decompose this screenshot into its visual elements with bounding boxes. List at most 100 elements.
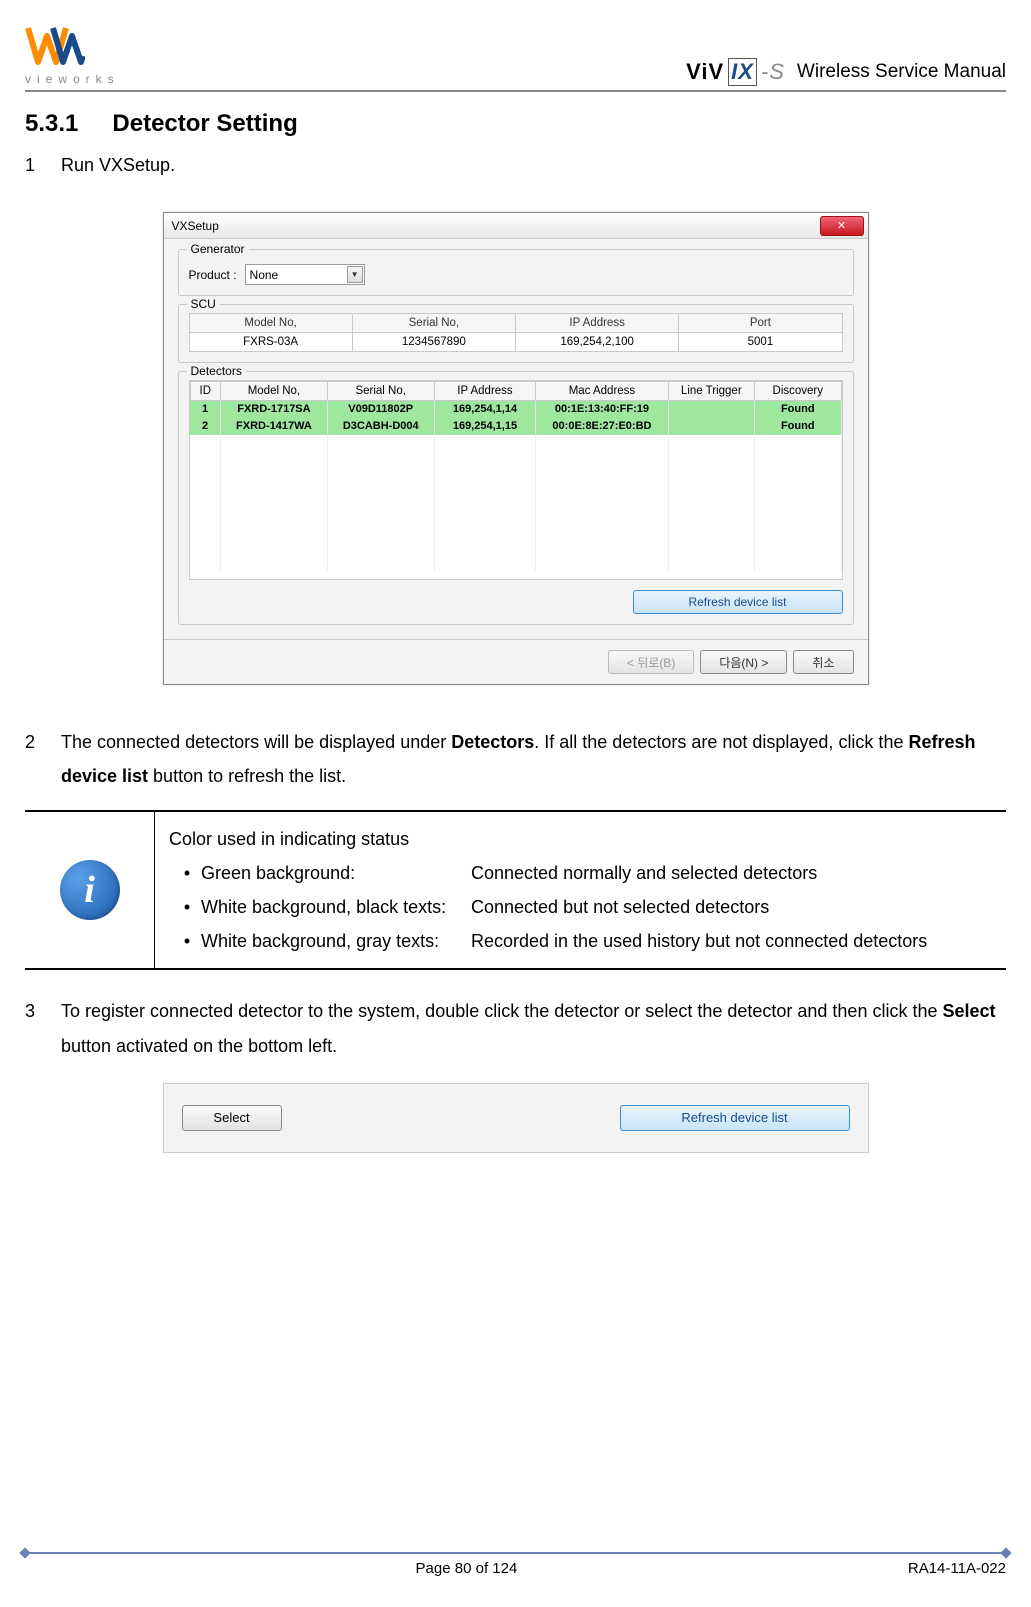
text-fragment: button activated on the bottom left.: [61, 1036, 337, 1056]
next-label: 다음(N) >: [719, 654, 768, 671]
scu-cell: 1234567890: [352, 333, 515, 352]
det-th: IP Address: [434, 382, 536, 401]
back-label: < 뒤로(B): [627, 654, 675, 671]
logo-w-icon: [25, 20, 85, 70]
info-box: i Color used in indicating status • Gree…: [25, 810, 1006, 971]
product-combo[interactable]: None ▼: [245, 264, 365, 285]
scu-cell: 5001: [679, 333, 842, 352]
product-logo-part-b: IX: [728, 58, 757, 86]
table-row: [190, 503, 841, 520]
scu-table: Model No, Serial No, IP Address Port FXR…: [189, 313, 843, 352]
bullet-icon: •: [173, 856, 201, 890]
step-2-num: 2: [25, 725, 41, 793]
det-cell: Found: [755, 401, 841, 418]
scu-group: SCU Model No, Serial No, IP Address Port…: [178, 304, 854, 363]
select-refresh-bar: Select Refresh device list: [163, 1083, 869, 1153]
det-cell: 2: [190, 418, 221, 435]
text-bold: Select: [942, 1001, 995, 1021]
doc-number: RA14-11A-022: [908, 1560, 1006, 1577]
det-cell: FXRD-1417WA: [221, 418, 328, 435]
det-cell: 00:1E:13:40:FF:19: [536, 401, 668, 418]
detectors-group: Detectors ID Model No, Serial No,: [178, 371, 854, 625]
info-item-label: White background, gray texts:: [201, 924, 471, 958]
scu-th-ip: IP Address: [516, 314, 679, 333]
product-logo-part-a: ViV: [686, 59, 724, 85]
text-fragment: To register connected detector to the sy…: [61, 1001, 942, 1021]
detector-row[interactable]: 2 FXRD-1417WA D3CABH-D004 169,254,1,15 0…: [190, 418, 841, 435]
det-th: Mac Address: [536, 382, 668, 401]
table-row: [190, 452, 841, 469]
company-name: vieworks: [25, 72, 120, 86]
refresh-device-list-button[interactable]: Refresh device list: [633, 590, 843, 614]
info-icon-cell: i: [25, 812, 155, 969]
table-row: [190, 486, 841, 503]
section-title: Detector Setting: [112, 110, 297, 137]
step-2: 2 The connected detectors will be displa…: [25, 725, 1006, 793]
info-item-label: Green background:: [201, 856, 471, 890]
text-bold: Detectors: [451, 732, 534, 752]
det-cell: 1: [190, 401, 221, 418]
chevron-down-icon: ▼: [347, 266, 363, 283]
footer-rule: [25, 1552, 1006, 1554]
det-th: ID: [190, 382, 221, 401]
det-cell: 169,254,1,15: [434, 418, 536, 435]
det-cell: FXRD-1717SA: [221, 401, 328, 418]
det-cell: V09D11802P: [327, 401, 434, 418]
company-logo: vieworks: [25, 20, 120, 86]
det-th: Model No,: [221, 382, 328, 401]
bullet-icon: •: [173, 924, 201, 958]
detectors-table: ID Model No, Serial No, IP Address Mac A…: [190, 381, 842, 571]
step-1-text: Run VXSetup.: [61, 148, 1006, 182]
cancel-label: 취소: [812, 654, 834, 671]
close-button[interactable]: ✕: [820, 216, 864, 236]
close-icon: ✕: [837, 220, 846, 232]
info-item-desc: Connected but not selected detectors: [471, 890, 992, 924]
titlebar: VXSetup ✕: [164, 213, 868, 239]
section-number: 5.3.1: [25, 110, 78, 137]
scu-cell: 169,254,2,100: [516, 333, 679, 352]
detector-row[interactable]: 1 FXRD-1717SA V09D11802P 169,254,1,14 00…: [190, 401, 841, 418]
text-fragment: The connected detectors will be displaye…: [61, 732, 451, 752]
det-cell: 169,254,1,14: [434, 401, 536, 418]
det-cell: [668, 401, 754, 418]
refresh-label: Refresh device list: [688, 595, 786, 609]
info-icon: i: [60, 860, 120, 920]
next-button[interactable]: 다음(N) >: [700, 650, 787, 674]
det-th: Discovery: [755, 382, 841, 401]
det-th: Serial No,: [327, 382, 434, 401]
step-2-text: The connected detectors will be displaye…: [61, 725, 1006, 793]
scu-cell: FXRS-03A: [189, 333, 352, 352]
dialog-footer: < 뒤로(B) 다음(N) > 취소: [164, 639, 868, 684]
scu-row[interactable]: FXRS-03A 1234567890 169,254,2,100 5001: [189, 333, 842, 352]
generator-group: Generator Product : None ▼: [178, 249, 854, 296]
text-fragment: . If all the detectors are not displayed…: [534, 732, 908, 752]
list-item: • White background, gray texts: Recorded…: [173, 924, 992, 958]
product-label: Product :: [189, 268, 237, 282]
step-3-num: 3: [25, 994, 41, 1062]
refresh-device-list-button[interactable]: Refresh device list: [620, 1105, 850, 1131]
section-heading: 5.3.1 Detector Setting: [25, 110, 1006, 138]
table-row: [190, 469, 841, 486]
scu-label: SCU: [187, 297, 220, 311]
det-th: Line Trigger: [668, 382, 754, 401]
table-row: [190, 520, 841, 537]
list-item: • Green background: Connected normally a…: [173, 856, 992, 890]
cancel-button[interactable]: 취소: [793, 650, 853, 674]
back-button: < 뒤로(B): [608, 650, 694, 674]
header-right: ViVIX-S Wireless Service Manual: [686, 58, 1006, 86]
step-3: 3 To register connected detector to the …: [25, 994, 1006, 1062]
page-footer: Page 80 of 124 RA14-11A-022: [25, 1552, 1006, 1577]
table-row: [190, 537, 841, 554]
scu-th-serial: Serial No,: [352, 314, 515, 333]
det-cell: Found: [755, 418, 841, 435]
select-label: Select: [213, 1110, 249, 1125]
det-cell: [668, 418, 754, 435]
manual-title: Wireless Service Manual: [797, 61, 1006, 83]
info-item-desc: Connected normally and selected detector…: [471, 856, 992, 890]
product-logo: ViVIX-S: [686, 58, 785, 86]
select-button[interactable]: Select: [182, 1105, 282, 1131]
product-value: None: [250, 268, 279, 282]
page-header: vieworks ViVIX-S Wireless Service Manual: [25, 20, 1006, 92]
detectors-label: Detectors: [187, 364, 246, 378]
scu-th-port: Port: [679, 314, 842, 333]
